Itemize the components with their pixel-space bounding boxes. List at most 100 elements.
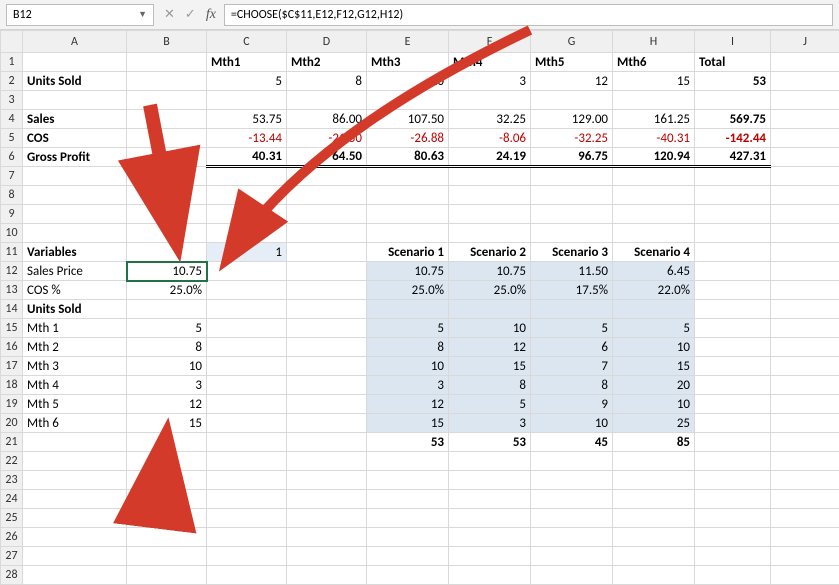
cell[interactable]: -32.25: [531, 129, 613, 148]
cell[interactable]: Mth1: [207, 53, 287, 72]
cell[interactable]: 12: [449, 338, 531, 357]
cell[interactable]: 3: [449, 72, 531, 91]
cell[interactable]: Scenario 2: [449, 243, 531, 262]
cell[interactable]: 15: [449, 357, 531, 376]
cell[interactable]: -8.06: [449, 129, 531, 148]
cell[interactable]: 7: [531, 357, 613, 376]
cell[interactable]: 10: [367, 72, 449, 91]
rowhead-23[interactable]: 23: [1, 471, 23, 490]
rowhead-17[interactable]: 17: [1, 357, 23, 376]
cell[interactable]: 5: [207, 72, 287, 91]
cell[interactable]: -40.31: [613, 129, 695, 148]
cell[interactable]: Mth5: [531, 53, 613, 72]
col-f[interactable]: F: [449, 31, 531, 53]
cell[interactable]: 161.25: [613, 110, 695, 129]
cell[interactable]: 15: [613, 357, 695, 376]
cell[interactable]: 5: [127, 319, 207, 338]
cell[interactable]: Scenario 4: [613, 243, 695, 262]
cell[interactable]: 96.75: [531, 148, 613, 167]
cell[interactable]: Sales: [23, 110, 127, 129]
rowhead-4[interactable]: 4: [1, 110, 23, 129]
cell[interactable]: 85: [613, 433, 695, 452]
rowhead-27[interactable]: 27: [1, 547, 23, 566]
col-e[interactable]: E: [367, 31, 449, 53]
cell[interactable]: -21.50: [287, 129, 367, 148]
cell[interactable]: 53: [695, 72, 771, 91]
cell[interactable]: Mth6: [613, 53, 695, 72]
cell[interactable]: 3: [367, 376, 449, 395]
cell[interactable]: Mth2: [287, 53, 367, 72]
cancel-icon[interactable]: ✕: [164, 7, 175, 22]
cell[interactable]: 45: [531, 433, 613, 452]
cell[interactable]: 80.63: [367, 148, 449, 167]
cell[interactable]: 10: [127, 357, 207, 376]
cell[interactable]: Mth 6: [23, 414, 127, 433]
cell[interactable]: 8: [287, 72, 367, 91]
cell[interactable]: 15: [127, 414, 207, 433]
rowhead-7[interactable]: 7: [1, 167, 23, 186]
rowhead-11[interactable]: 11: [1, 243, 23, 262]
cell[interactable]: COS %: [23, 281, 127, 300]
cell[interactable]: Mth 4: [23, 376, 127, 395]
cell[interactable]: 32.25: [449, 110, 531, 129]
cell[interactable]: 53.75: [207, 110, 287, 129]
cell[interactable]: -26.88: [367, 129, 449, 148]
rowhead-26[interactable]: 26: [1, 528, 23, 547]
cell[interactable]: 25.0%: [127, 281, 207, 300]
cell[interactable]: 9: [531, 395, 613, 414]
col-c[interactable]: C: [207, 31, 287, 53]
cell[interactable]: 5: [367, 319, 449, 338]
cell[interactable]: 10.75: [449, 262, 531, 281]
rowhead-6[interactable]: 6: [1, 148, 23, 167]
cell[interactable]: 6: [531, 338, 613, 357]
cell[interactable]: 427.31: [695, 148, 771, 167]
cell[interactable]: 11.50: [531, 262, 613, 281]
cell[interactable]: -13.44: [207, 129, 287, 148]
rowhead-10[interactable]: 10: [1, 224, 23, 243]
cell[interactable]: 8: [449, 376, 531, 395]
fx-icon[interactable]: fx: [206, 7, 216, 23]
cell[interactable]: 10: [449, 319, 531, 338]
rowhead-13[interactable]: 13: [1, 281, 23, 300]
cell[interactable]: 12: [367, 395, 449, 414]
rowhead-22[interactable]: 22: [1, 452, 23, 471]
cell[interactable]: 25: [613, 414, 695, 433]
cell[interactable]: 5: [613, 319, 695, 338]
cell[interactable]: Mth3: [367, 53, 449, 72]
rowhead-5[interactable]: 5: [1, 129, 23, 148]
cell[interactable]: Scenario 3: [531, 243, 613, 262]
cell[interactable]: COS: [23, 129, 127, 148]
cell[interactable]: 10: [613, 395, 695, 414]
spreadsheet-grid[interactable]: A B C D E F G H I J 1Mth1Mth2Mth3Mth4Mth…: [0, 30, 839, 585]
cell[interactable]: 15: [613, 72, 695, 91]
cell[interactable]: 107.50: [367, 110, 449, 129]
rowhead-12[interactable]: 12: [1, 262, 23, 281]
cell[interactable]: 8: [367, 338, 449, 357]
col-h[interactable]: H: [613, 31, 695, 53]
rowhead-15[interactable]: 15: [1, 319, 23, 338]
rowhead-2[interactable]: 2: [1, 72, 23, 91]
cell[interactable]: 12: [531, 72, 613, 91]
cell[interactable]: Mth 1: [23, 319, 127, 338]
cell[interactable]: Scenario 1: [367, 243, 449, 262]
cell[interactable]: 25.0%: [367, 281, 449, 300]
cell[interactable]: 10: [613, 338, 695, 357]
cell[interactable]: 5: [531, 319, 613, 338]
rowhead-25[interactable]: 25: [1, 509, 23, 528]
rowhead-28[interactable]: 28: [1, 566, 23, 585]
rowhead-3[interactable]: 3: [1, 91, 23, 110]
cell[interactable]: 10: [367, 357, 449, 376]
cell[interactable]: 53: [449, 433, 531, 452]
cell[interactable]: 120.94: [613, 148, 695, 167]
select-all[interactable]: [1, 31, 23, 53]
cell[interactable]: Mth 5: [23, 395, 127, 414]
cell[interactable]: 64.50: [287, 148, 367, 167]
cell[interactable]: 1: [207, 243, 287, 262]
rowhead-18[interactable]: 18: [1, 376, 23, 395]
rowhead-14[interactable]: 14: [1, 300, 23, 319]
col-d[interactable]: D: [287, 31, 367, 53]
name-box[interactable]: B12▼: [6, 4, 154, 26]
cell[interactable]: 12: [127, 395, 207, 414]
cell[interactable]: 17.5%: [531, 281, 613, 300]
rowhead-20[interactable]: 20: [1, 414, 23, 433]
